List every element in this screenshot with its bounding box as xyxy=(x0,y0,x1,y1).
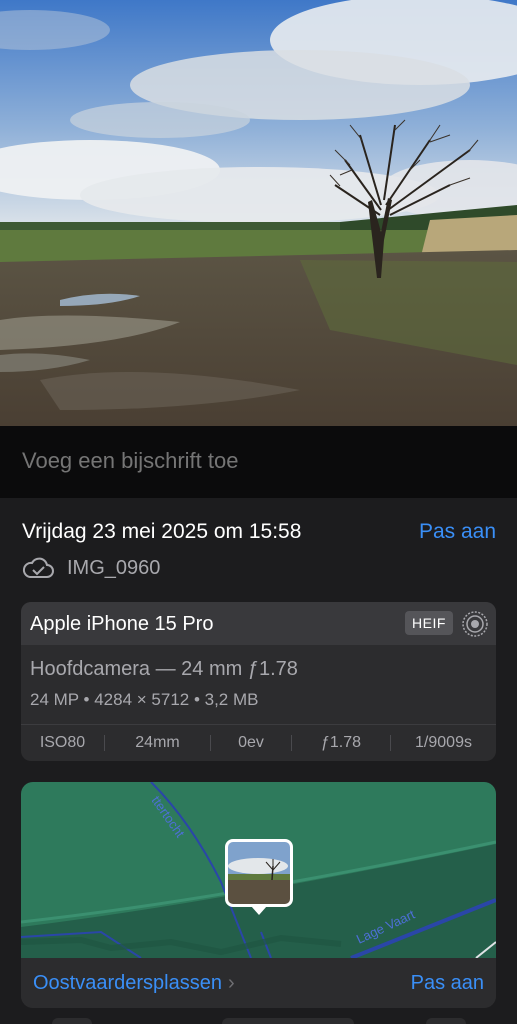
caption-input[interactable] xyxy=(22,448,492,474)
edit-date-button[interactable]: Pas aan xyxy=(419,520,496,544)
exif-row: ISO80 24mm 0ev ƒ1.78 1/9009s xyxy=(21,725,496,761)
file-name: IMG_0960 xyxy=(67,556,161,579)
image-specs: 24 MP • 4284 × 5712 • 3,2 MB xyxy=(30,690,259,709)
photo[interactable] xyxy=(0,0,517,426)
exif-aperture: ƒ1.78 xyxy=(320,734,362,751)
exif-shutter: 1/9009s xyxy=(415,734,472,751)
exif-focal-length: 24mm xyxy=(135,734,180,751)
edit-location-button[interactable]: Pas aan xyxy=(411,972,484,995)
camera-card: Apple iPhone 15 Pro HEIF Hoofdcamera — 2… xyxy=(21,602,496,761)
exif-exposure: 0ev xyxy=(238,734,264,751)
file-row: IMG_0960 xyxy=(22,554,160,582)
camera-model: Apple iPhone 15 Pro xyxy=(30,613,214,635)
location-name-link[interactable]: Oostvaardersplassen › xyxy=(33,972,235,995)
map-pin xyxy=(251,906,267,915)
exif-iso: ISO80 xyxy=(39,734,86,751)
toolbar-button-right[interactable] xyxy=(426,1018,466,1024)
chevron-right-icon: › xyxy=(227,972,235,994)
icloud-synced-icon xyxy=(22,557,54,578)
toolbar-button-center[interactable] xyxy=(222,1018,354,1024)
live-photo-icon[interactable] xyxy=(461,610,489,638)
map-footer: Oostvaardersplassen › Pas aan xyxy=(21,958,496,1008)
date-row: Vrijdag 23 mei 2025 om 15:58 Pas aan xyxy=(22,520,496,548)
caption-area xyxy=(0,426,517,498)
info-panel: Vrijdag 23 mei 2025 om 15:58 Pas aan IMG… xyxy=(0,498,517,1024)
format-badge: HEIF xyxy=(405,611,453,635)
toolbar-button-left[interactable] xyxy=(52,1018,92,1024)
capture-date: Vrijdag 23 mei 2025 om 15:58 xyxy=(22,520,302,543)
map-photo-thumbnail[interactable] xyxy=(225,839,293,907)
location-name: Oostvaardersplassen xyxy=(33,972,222,994)
photo-image xyxy=(0,0,517,426)
map-card: ttertocht Lage Vaart Oostvaardersplassen… xyxy=(21,782,496,1008)
thumbnail-image xyxy=(228,842,290,904)
lens-info: Hoofdcamera — 24 mm ƒ1.78 xyxy=(30,658,298,680)
bottom-toolbar xyxy=(0,1014,517,1024)
camera-card-header: Apple iPhone 15 Pro HEIF xyxy=(21,602,496,645)
